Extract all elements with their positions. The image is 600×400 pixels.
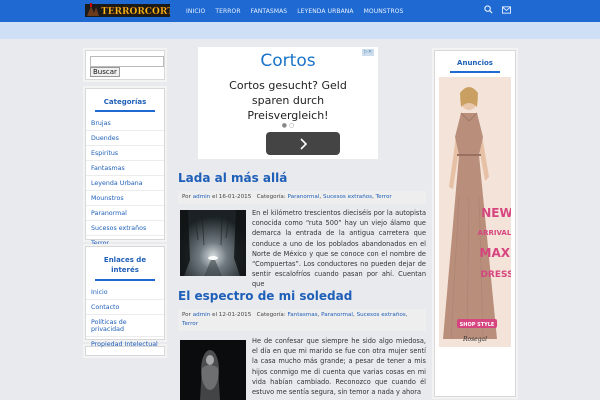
category-link[interactable]: Fantasmas — [86, 161, 164, 176]
category-link[interactable]: Sucesos extraños — [323, 194, 372, 200]
meta-on: el — [212, 312, 217, 318]
meta-by: Por — [182, 312, 191, 318]
meta-category-label: Categoría: — [256, 194, 286, 200]
nav-item-mounstros[interactable]: MOUNSTROS — [364, 8, 404, 15]
post-thumbnail-foggy-road[interactable] — [180, 210, 246, 276]
meta-on: el — [212, 194, 217, 200]
nav-item-inicio[interactable]: INICIO — [186, 8, 205, 15]
category-link[interactable]: Paranormal — [321, 312, 353, 318]
links-list: Inicio Contacto Políticas de privacidad … — [86, 285, 164, 351]
post-title[interactable]: Lada al más allá — [178, 171, 287, 185]
banner-brand: Rosegal — [462, 336, 487, 343]
mail-icon[interactable] — [502, 6, 511, 14]
footer-link-contacto[interactable]: Contacto — [86, 300, 164, 315]
banner-text-maxi: MAXI — [480, 246, 511, 260]
ad-body-line1: Cortos gesucht? Geld — [229, 79, 347, 92]
banner-text-arrivals: ARRIVALS — [478, 229, 511, 237]
author-link[interactable]: admin — [193, 312, 211, 318]
meta-by: Por — [182, 194, 191, 200]
category-link[interactable]: Sucesos extraños — [86, 221, 164, 236]
post-excerpt: En el kilómetro trescientos dieciséis po… — [252, 209, 426, 289]
meta-category-label: Categoría: — [256, 312, 286, 318]
ad-body-line3: Preisvergleich! — [247, 109, 329, 122]
banner-text-new: NEW — [481, 206, 511, 220]
left-sidebar: Buscar Categorías Brujas Duendes Espirit… — [85, 50, 165, 356]
search-icon[interactable] — [484, 5, 493, 14]
category-link[interactable]: Fantasmas — [288, 312, 318, 318]
nav-item-leyenda-urbana[interactable]: LEYENDA URBANA — [297, 8, 353, 15]
chevron-right-icon — [300, 138, 308, 150]
links-widget: Enlaces de interés Inicio Contacto Polít… — [85, 246, 165, 348]
banner-cta-label: SHOP STYLE — [460, 322, 495, 328]
title-divider — [95, 279, 155, 281]
category-link[interactable]: Duendes — [86, 131, 164, 146]
title-divider — [95, 110, 155, 112]
main-nav: INICIO TERROR FANTASMAS LEYENDA URBANA M… — [186, 0, 413, 22]
category-link[interactable]: Espiritus — [86, 146, 164, 161]
search-input[interactable] — [90, 56, 164, 67]
category-link[interactable]: Terror — [376, 194, 392, 200]
category-link[interactable]: Sucesos extraños — [357, 312, 406, 318]
ad-next-button[interactable] — [266, 132, 340, 155]
categories-title: Categorías — [103, 98, 147, 106]
top-nav-bar: TERRORCORTOS INICIO TERROR FANTASMAS LEY… — [0, 0, 600, 22]
ad-block[interactable]: ▷✕ Cortos Cortos gesucht? Geld sparen du… — [198, 47, 378, 159]
footer-link-ip[interactable]: Propiedad Intelectual — [86, 337, 164, 351]
ad-pager-dots: ● ○ — [281, 122, 295, 129]
category-link[interactable]: Terror — [182, 321, 198, 327]
links-title: Enlaces de interés — [86, 255, 164, 275]
category-link[interactable]: Paranormal — [86, 206, 164, 221]
banner-text-dress: DRESS — [480, 270, 511, 280]
ads-title: Anuncios — [457, 59, 493, 67]
nav-item-terror[interactable]: TERROR — [215, 8, 240, 15]
site-logo[interactable]: TERRORCORTOS — [85, 1, 170, 19]
category-link[interactable]: Leyenda Urbana — [86, 176, 164, 191]
category-link[interactable]: Mounstros — [86, 191, 164, 206]
nav-item-fantasmas[interactable]: FANTASMAS — [251, 8, 288, 15]
post-meta: Por admin el 12-01-2015 Categoría: Fanta… — [178, 309, 426, 331]
search-button[interactable]: Buscar — [90, 67, 120, 77]
post-date: 12-01-2015 — [218, 312, 252, 318]
category-link[interactable]: Paranormal — [288, 194, 320, 200]
links-title-line1: Enlaces de — [103, 256, 147, 264]
ad-body-line2: sparen durch — [251, 94, 325, 107]
author-link[interactable]: admin — [193, 194, 211, 200]
post-date: 16-01-2015 — [218, 194, 252, 200]
post-meta: Por admin el 16-01-2015 Categoría: Paran… — [178, 191, 426, 204]
post-title[interactable]: El espectro de mi soledad — [178, 289, 352, 303]
post-thumbnail-ghost[interactable] — [180, 340, 246, 400]
links-title-line2: interés — [111, 266, 139, 274]
categories-list: Brujas Duendes Espiritus Fantasmas Leyen… — [86, 116, 164, 250]
search-widget: Buscar — [85, 50, 165, 80]
post-excerpt: He de confesar que siempre he sido algo … — [252, 337, 426, 397]
fashion-banner-ad[interactable]: NEW ARRIVALS MAXI DRESS SHOP STYLE Roseg… — [439, 77, 511, 347]
footer-link-inicio[interactable]: Inicio — [86, 285, 164, 300]
categories-widget: Categorías Brujas Duendes Espiritus Fant… — [85, 88, 165, 247]
ad-body: Cortos gesucht? Geld sparen durch Preisv… — [198, 78, 378, 123]
category-link[interactable]: Brujas — [86, 116, 164, 131]
footer-link-privacy[interactable]: Políticas de privacidad — [86, 315, 164, 337]
title-divider — [450, 71, 500, 73]
site-logo-text: TERRORCORTOS — [101, 7, 170, 17]
ad-title[interactable]: Cortos — [198, 51, 378, 71]
ads-sidebar: Anuncios NEW ARRIVALS MAXI DRESS SHOP ST… — [434, 50, 516, 397]
sub-header-band — [0, 22, 600, 39]
